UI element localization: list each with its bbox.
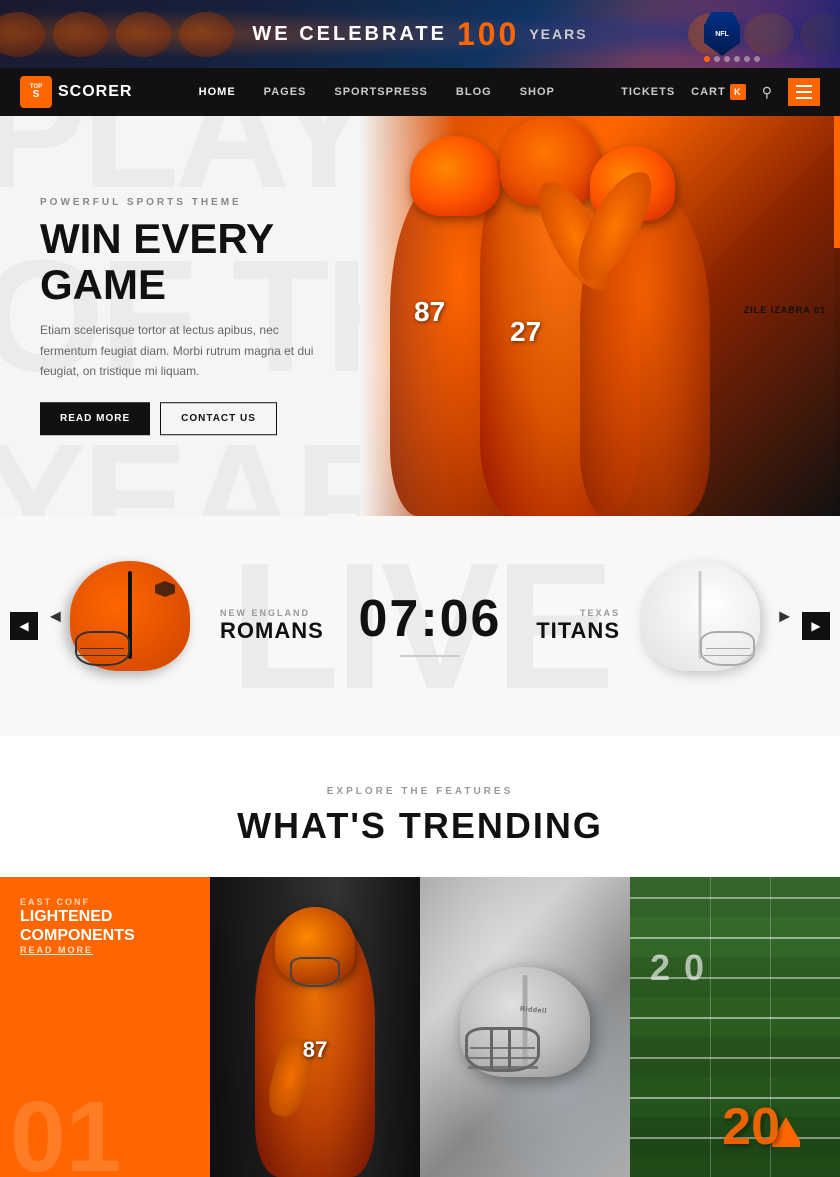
helmet-white-el bbox=[640, 561, 760, 671]
scoreboard-prev-arrow[interactable]: ◀ bbox=[10, 612, 38, 640]
card1-title: LIGHTENED COMPONENTS bbox=[20, 907, 190, 945]
menu-button[interactable] bbox=[788, 78, 820, 106]
card3-image: Riddell bbox=[420, 877, 630, 1177]
score-divider bbox=[400, 655, 460, 657]
nav-right: TICKETS CART K ⚲ bbox=[621, 78, 820, 106]
card2-image: 87 bbox=[210, 877, 420, 1177]
years-number: 100 bbox=[457, 16, 519, 53]
trending-card-3[interactable]: Riddell bbox=[420, 877, 630, 1177]
trending-card-2[interactable]: 87 bbox=[210, 877, 420, 1177]
slide-1[interactable]: ZILE IZABRA 01 bbox=[744, 305, 826, 315]
trending-card-4[interactable]: 2 0 20 bbox=[630, 877, 840, 1177]
helmet-left: ◀ bbox=[70, 561, 200, 691]
nav-pages[interactable]: PAGES bbox=[264, 86, 307, 98]
nav-blog[interactable]: BLOG bbox=[456, 86, 492, 98]
helmet-orange bbox=[70, 561, 190, 671]
card1-number: 01 bbox=[10, 1087, 121, 1177]
card1-read-more[interactable]: READ MORE bbox=[20, 945, 190, 955]
hero-progress-bar bbox=[834, 116, 840, 516]
trending-title: WHAT'S TRENDING bbox=[0, 805, 840, 847]
team-right-name: TITANS bbox=[536, 618, 620, 644]
score-center: 07:06 bbox=[358, 589, 501, 663]
team-left-region: NEW ENGLAND bbox=[220, 608, 324, 618]
hero-title: WIN EVERY GAME bbox=[40, 216, 320, 308]
card4-image: 2 0 20 bbox=[630, 877, 840, 1177]
search-icon[interactable]: ⚲ bbox=[762, 84, 772, 101]
logo-icon: TOP S bbox=[20, 76, 52, 108]
contact-button[interactable]: CONTACT US bbox=[160, 402, 277, 435]
cart-link[interactable]: CART K bbox=[691, 84, 746, 100]
logo-text: SCORER bbox=[58, 83, 132, 101]
hero-content: POWERFUL SPORTS THEME WIN EVERY GAME Eti… bbox=[40, 197, 320, 435]
cart-badge: K bbox=[730, 84, 746, 100]
nav-home[interactable]: HOME bbox=[199, 86, 236, 98]
read-more-button[interactable]: READ MORE bbox=[40, 402, 150, 435]
scoreboard-next-arrow[interactable]: ▶ bbox=[802, 612, 830, 640]
navbar: TOP S SCORER HOME PAGES SPORTSPRESS BLOG… bbox=[0, 68, 840, 116]
helmet-right: ▶ bbox=[640, 561, 770, 691]
trending-cards: EAST CONF LIGHTENED COMPONENTS READ MORE… bbox=[0, 877, 840, 1177]
team-right-region: TEXAS bbox=[536, 608, 620, 618]
nfl-logo: NFL bbox=[704, 12, 740, 56]
hero-sub-label: POWERFUL SPORTS THEME bbox=[40, 197, 320, 208]
trending-card-1[interactable]: EAST CONF LIGHTENED COMPONENTS READ MORE… bbox=[0, 877, 210, 1177]
trending-section: EXPLORE THE FEATURES WHAT'S TRENDING EAS… bbox=[0, 736, 840, 1177]
trending-sub-label: EXPLORE THE FEATURES bbox=[0, 786, 840, 797]
card1-conference: EAST CONF bbox=[20, 897, 190, 907]
hero-slide-nav: ZILE IZABRA 01 bbox=[744, 305, 826, 327]
scoreboard-section: LIVE ◀ ◀ bbox=[0, 516, 840, 736]
years-label: YEARS bbox=[529, 26, 587, 42]
celebrate-label: WE CELEBRATE bbox=[252, 23, 447, 46]
nav-shop[interactable]: SHOP bbox=[520, 86, 555, 98]
team-right: ▶ TEXAS TITANS bbox=[536, 561, 770, 691]
nav-sportspress[interactable]: SPORTSPRESS bbox=[334, 86, 428, 98]
team-right-info: TEXAS TITANS bbox=[536, 608, 620, 644]
hero-description: Etiam scelerisque tortor at lectus apibu… bbox=[40, 321, 320, 382]
logo[interactable]: TOP S SCORER bbox=[20, 76, 132, 108]
nav-links: HOME PAGES SPORTSPRESS BLOG SHOP bbox=[199, 86, 555, 98]
hero-buttons: READ MORE CONTACT US bbox=[40, 402, 320, 435]
scoreboard-inner: ◀ NEW ENGLAND ROMANS 07:06 bbox=[70, 561, 770, 691]
score-time: 07:06 bbox=[358, 589, 501, 649]
team-left-name: ROMANS bbox=[220, 618, 324, 644]
hero-section: PLAYEROF THEYEAR 87 27 POWERFUL SPORTS T… bbox=[0, 116, 840, 516]
top-banner: WE CELEBRATE 100 YEARS NFL bbox=[0, 0, 840, 68]
tickets-link[interactable]: TICKETS bbox=[621, 86, 675, 98]
banner-text: WE CELEBRATE 100 YEARS bbox=[252, 16, 587, 53]
trending-header: EXPLORE THE FEATURES WHAT'S TRENDING bbox=[0, 786, 840, 847]
team-left: ◀ NEW ENGLAND ROMANS bbox=[70, 561, 324, 691]
banner-dots bbox=[704, 56, 760, 62]
team-left-info: NEW ENGLAND ROMANS bbox=[220, 608, 324, 644]
